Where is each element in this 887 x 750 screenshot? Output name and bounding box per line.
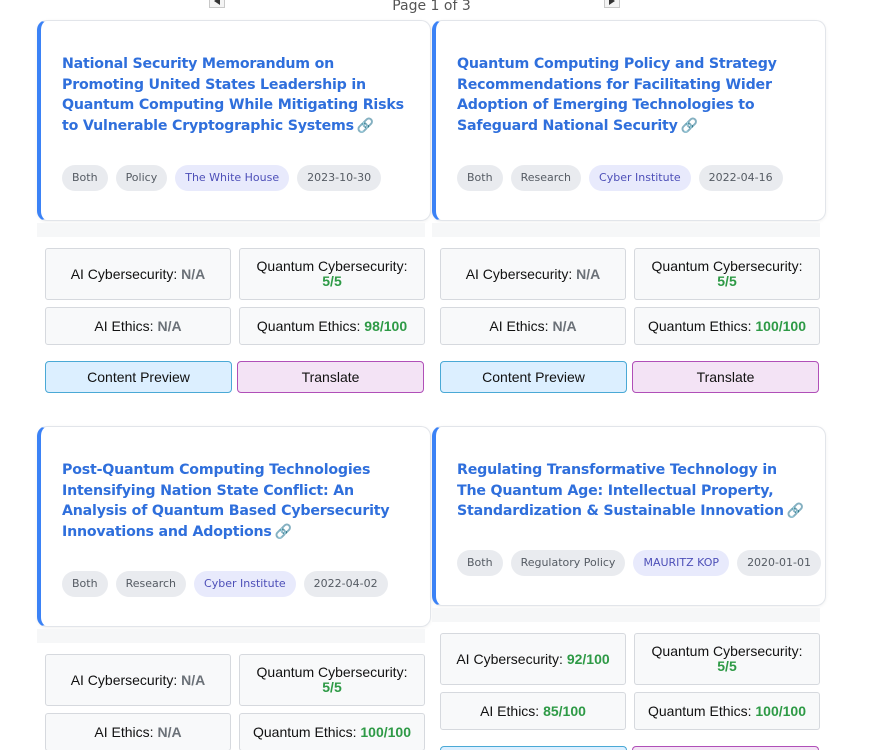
document-card: Post-Quantum Computing Technologies Inte… <box>37 426 431 627</box>
ai-cybersecurity-score: AI Cybersecurity: N/A <box>440 248 626 300</box>
next-page-button[interactable] <box>604 0 620 8</box>
metric-value: N/A <box>552 317 577 334</box>
link-icon[interactable]: 🔗 <box>787 501 804 522</box>
metric-value: 5/5 <box>322 679 342 695</box>
metric-label: AI Ethics: <box>94 723 154 740</box>
metric-value: N/A <box>576 265 601 282</box>
tag-date: 2023-10-30 <box>297 165 382 191</box>
link-icon[interactable]: 🔗 <box>681 116 698 137</box>
ai-ethics-score: AI Ethics: N/A <box>45 713 231 750</box>
metric-label: Quantum Ethics: <box>648 317 752 334</box>
metric-label: Quantum Cybersecurity: <box>651 258 803 274</box>
metric-label: Quantum Cybersecurity: <box>256 664 408 680</box>
tag-scope: Both <box>62 571 108 597</box>
card-divider <box>432 608 820 622</box>
tag-scope: Both <box>457 550 503 576</box>
metric-value: 100/100 <box>755 702 806 719</box>
metric-value: N/A <box>181 671 206 688</box>
metric-label: AI Cybersecurity: <box>465 265 573 282</box>
tag-date: 2022-04-02 <box>303 571 388 597</box>
tag-type: Research <box>510 165 582 191</box>
content-preview-button[interactable]: Content Preview <box>45 361 232 393</box>
ai-cybersecurity-score: AI Cybersecurity: N/A <box>45 248 231 300</box>
metric-value: N/A <box>157 317 182 334</box>
content-preview-button[interactable]: Content Preview <box>440 361 627 393</box>
tag-source[interactable]: The White House <box>175 165 290 191</box>
metric-label: Quantum Cybersecurity: <box>256 258 408 274</box>
translate-button[interactable] <box>632 746 819 750</box>
results-page: Page 1 of 3 National Security Memorandum… <box>0 0 887 750</box>
metric-value: 98/100 <box>364 317 408 334</box>
quantum-ethics-score: Quantum Ethics: 98/100 <box>239 307 425 345</box>
metric-label: AI Ethics: <box>480 702 540 719</box>
tag-scope: Both <box>457 165 503 191</box>
metric-label: AI Cybersecurity: <box>70 265 178 282</box>
quantum-ethics-score: Quantum Ethics: 100/100 <box>239 713 425 750</box>
tag-type: Policy <box>115 165 168 191</box>
document-title[interactable]: National Security Memorandum on Promotin… <box>62 56 404 134</box>
metric-value: 100/100 <box>755 317 806 334</box>
metric-value: 85/100 <box>543 702 586 719</box>
arrow-right-icon <box>609 0 615 5</box>
ai-ethics-score: AI Ethics: 85/100 <box>440 692 626 730</box>
metric-label: Quantum Cybersecurity: <box>651 643 803 659</box>
document-title-link[interactable]: National Security Memorandum on Promotin… <box>62 54 412 137</box>
ai-ethics-score: AI Ethics: N/A <box>45 307 231 345</box>
card-divider <box>37 629 425 643</box>
tag-source[interactable]: Cyber Institute <box>589 165 691 191</box>
metric-value: 5/5 <box>717 273 737 289</box>
document-card: National Security Memorandum on Promotin… <box>37 20 431 221</box>
document-title[interactable]: Quantum Computing Policy and Strategy Re… <box>457 56 777 134</box>
document-title-link[interactable]: Regulating Transformative Technology in … <box>457 460 807 522</box>
metric-value: 92/100 <box>566 650 610 667</box>
quantum-ethics-score: Quantum Ethics: 100/100 <box>634 307 820 345</box>
ai-cybersecurity-score: AI Cybersecurity: N/A <box>45 654 231 706</box>
tag-type: Research <box>115 571 187 597</box>
tag-list: Both Regulatory Policy MAURITZ KOP 2020-… <box>457 550 821 576</box>
link-icon[interactable]: 🔗 <box>275 522 292 543</box>
tag-list: Both Research Cyber Institute 2022-04-16 <box>457 165 783 191</box>
quantum-cybersecurity-score: Quantum Cybersecurity: 5/5 <box>634 633 820 685</box>
metric-label: Quantum Ethics: <box>256 317 361 334</box>
tag-date: 2020-01-01 <box>737 550 821 576</box>
metric-value: N/A <box>181 265 206 282</box>
metric-label: AI Cybersecurity: <box>456 650 563 667</box>
document-card: Regulating Transformative Technology in … <box>432 426 826 606</box>
tag-list: Both Policy The White House 2023-10-30 <box>62 165 382 191</box>
tag-list: Both Research Cyber Institute 2022-04-02 <box>62 571 388 597</box>
card-divider <box>432 223 820 237</box>
metric-label: Quantum Ethics: <box>253 723 357 740</box>
tag-scope: Both <box>62 165 108 191</box>
tag-type: Regulatory Policy <box>510 550 626 576</box>
document-title-link[interactable]: Post-Quantum Computing Technologies Inte… <box>62 460 412 543</box>
quantum-cybersecurity-score: Quantum Cybersecurity: 5/5 <box>239 654 425 706</box>
metric-value: N/A <box>157 723 182 740</box>
page-indicator: Page 1 of 3 <box>392 0 471 14</box>
metric-label: AI Ethics: <box>94 317 154 334</box>
card-divider <box>37 223 425 237</box>
document-title-link[interactable]: Quantum Computing Policy and Strategy Re… <box>457 54 807 137</box>
ai-ethics-score: AI Ethics: N/A <box>440 307 626 345</box>
metric-value: 5/5 <box>322 273 342 289</box>
content-preview-button[interactable] <box>440 746 627 750</box>
document-title[interactable]: Regulating Transformative Technology in … <box>457 462 784 519</box>
pagination: Page 1 of 3 <box>0 0 887 14</box>
quantum-cybersecurity-score: Quantum Cybersecurity: 5/5 <box>634 248 820 300</box>
metric-value: 100/100 <box>360 723 411 740</box>
tag-source[interactable]: Cyber Institute <box>194 571 296 597</box>
ai-cybersecurity-score: AI Cybersecurity: 92/100 <box>440 633 626 685</box>
metric-value: 5/5 <box>717 658 737 674</box>
metric-label: Quantum Ethics: <box>648 702 752 719</box>
document-card: Quantum Computing Policy and Strategy Re… <box>432 20 826 221</box>
metric-label: AI Cybersecurity: <box>70 671 178 688</box>
document-title[interactable]: Post-Quantum Computing Technologies Inte… <box>62 462 390 540</box>
metric-label: AI Ethics: <box>489 317 549 334</box>
translate-button[interactable]: Translate <box>237 361 424 393</box>
translate-button[interactable]: Translate <box>632 361 819 393</box>
tag-source[interactable]: MAURITZ KOP <box>633 550 730 576</box>
tag-date: 2022-04-16 <box>698 165 783 191</box>
quantum-ethics-score: Quantum Ethics: 100/100 <box>634 692 820 730</box>
link-icon[interactable]: 🔗 <box>357 116 374 137</box>
quantum-cybersecurity-score: Quantum Cybersecurity: 5/5 <box>239 248 425 300</box>
